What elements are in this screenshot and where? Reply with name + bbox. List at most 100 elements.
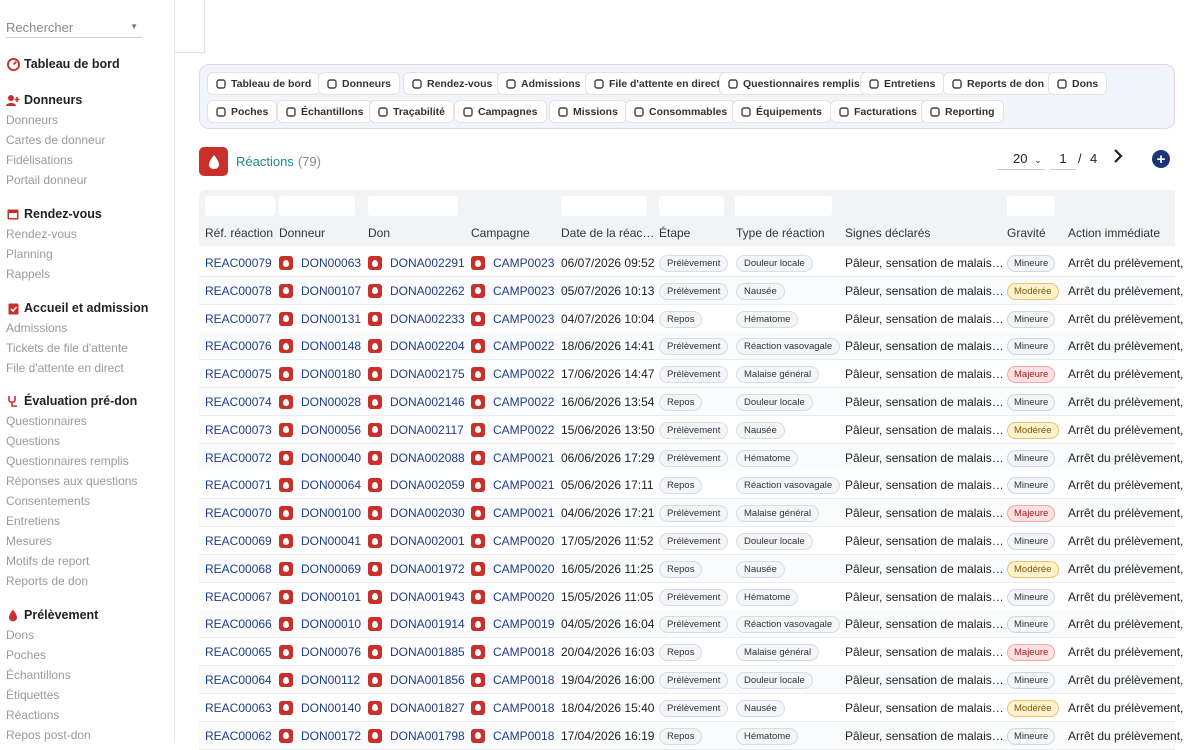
module-button[interactable]: Entretiens [860, 72, 945, 95]
module-button[interactable]: Reports de don [943, 72, 1054, 95]
sidebar-item[interactable]: Rappels [0, 264, 170, 284]
campaign-link[interactable]: CAMP0020 [493, 534, 554, 548]
column-header[interactable]: Action immédiate [1068, 226, 1160, 240]
donor-link[interactable]: DON00040 [301, 451, 361, 465]
column-filter-input[interactable] [279, 196, 355, 216]
sidebar-section-header[interactable]: Prélèvement [0, 605, 170, 625]
donation-link[interactable]: DONA002233 [390, 312, 465, 326]
page-size-select[interactable]: 20 ⌄ [997, 148, 1045, 170]
column-header[interactable]: Réf. réaction [205, 226, 273, 240]
donation-link[interactable]: DONA002146 [390, 395, 465, 409]
add-record-button[interactable]: + [1152, 150, 1170, 168]
reaction-ref-link[interactable]: REAC00065 [205, 645, 272, 659]
donor-link[interactable]: DON00112 [301, 673, 360, 687]
sidebar-item[interactable]: Rendez-vous [0, 224, 170, 244]
reaction-ref-link[interactable]: REAC00074 [205, 395, 272, 409]
module-button[interactable]: Reporting [921, 100, 1004, 123]
donation-link[interactable]: DONA001943 [390, 590, 465, 604]
sidebar-item[interactable]: Reports de don [0, 571, 170, 591]
table-row[interactable]: REAC00078 DON00107 DONA002262 CAMP0023 05/07… [199, 276, 1183, 305]
column-header[interactable]: Date de la réac… [561, 226, 654, 240]
sidebar-dashboard[interactable]: Tableau de bord [0, 54, 170, 74]
table-row[interactable]: REAC00072 DON00040 DONA002088 CAMP0021 06/06… [199, 443, 1183, 472]
sidebar-section-header[interactable]: Rendez-vous [0, 204, 170, 224]
donor-link[interactable]: DON00100 [301, 506, 361, 520]
sidebar-section-header[interactable]: Accueil et admission [0, 298, 170, 318]
table-row[interactable]: REAC00069 DON00041 DONA002001 CAMP0020 17/05… [199, 527, 1183, 555]
campaign-link[interactable]: CAMP0020 [493, 562, 554, 576]
campaign-link[interactable]: CAMP0018 [493, 729, 554, 743]
table-row[interactable]: REAC00066 DON00010 DONA001914 CAMP0019 04/05… [199, 610, 1183, 639]
column-filter-input[interactable] [735, 196, 832, 216]
module-button[interactable]: Poches [207, 100, 278, 123]
module-button[interactable]: Campagnes [454, 100, 547, 123]
sidebar-section-header[interactable]: Donneurs [0, 90, 170, 110]
sidebar-item[interactable]: Repos post-don [0, 725, 170, 743]
reaction-ref-link[interactable]: REAC00063 [205, 701, 272, 715]
column-filter-input[interactable] [561, 196, 647, 216]
reaction-ref-link[interactable]: REAC00067 [205, 590, 272, 604]
page-number-input[interactable]: 1 [1050, 148, 1076, 170]
sidebar-item[interactable]: Consentements [0, 491, 170, 511]
donation-link[interactable]: DONA002204 [390, 339, 465, 353]
donation-link[interactable]: DONA002088 [390, 451, 465, 465]
table-row[interactable]: REAC00071 DON00064 DONA002059 CAMP0021 05/06… [199, 471, 1183, 500]
table-row[interactable]: REAC00074 DON00028 DONA002146 CAMP0022 16/06… [199, 388, 1183, 416]
column-filter-input[interactable] [1007, 196, 1055, 216]
table-row[interactable]: REAC00073 DON00056 DONA002117 CAMP0022 15/06… [199, 415, 1183, 444]
donor-link[interactable]: DON00101 [301, 590, 361, 604]
chevron-down-icon[interactable]: ▼ [130, 22, 138, 31]
donation-link[interactable]: DONA002262 [390, 284, 465, 298]
campaign-link[interactable]: CAMP0022 [493, 423, 554, 437]
campaign-link[interactable]: CAMP0021 [493, 451, 554, 465]
module-button[interactable]: Donneurs [318, 72, 401, 95]
sidebar-item[interactable]: Poches [0, 645, 170, 665]
campaign-link[interactable]: CAMP0022 [493, 395, 554, 409]
donation-link[interactable]: DONA001885 [390, 645, 465, 659]
module-button[interactable]: Équipements [732, 100, 831, 123]
donor-link[interactable]: DON00180 [301, 367, 361, 381]
reaction-ref-link[interactable]: REAC00062 [205, 729, 272, 743]
sidebar-item[interactable]: Questionnaires remplis [0, 451, 170, 471]
campaign-link[interactable]: CAMP0019 [493, 617, 554, 631]
reaction-ref-link[interactable]: REAC00068 [205, 562, 272, 576]
donor-link[interactable]: DON00063 [301, 256, 361, 270]
sidebar-item[interactable]: Tickets de file d'attente [0, 338, 170, 358]
table-row[interactable]: REAC00076 DON00148 DONA002204 CAMP0022 18/06… [199, 332, 1183, 361]
module-button[interactable]: Rendez-vous [403, 72, 502, 95]
reaction-ref-link[interactable]: REAC00075 [205, 367, 272, 381]
donor-link[interactable]: DON00069 [301, 562, 361, 576]
campaign-link[interactable]: CAMP0021 [493, 506, 554, 520]
module-button[interactable]: Consommables [625, 100, 737, 123]
donation-link[interactable]: DONA001856 [390, 673, 465, 687]
donor-link[interactable]: DON00056 [301, 423, 361, 437]
donor-link[interactable]: DON00028 [301, 395, 361, 409]
column-header[interactable]: Signes déclarés [845, 226, 930, 240]
sidebar-item[interactable]: Réponses aux questions [0, 471, 170, 491]
sidebar-item[interactable]: Cartes de donneur [0, 130, 170, 150]
reaction-ref-link[interactable]: REAC00077 [205, 312, 272, 326]
reaction-ref-link[interactable]: REAC00079 [205, 256, 272, 270]
donor-link[interactable]: DON00076 [301, 645, 361, 659]
campaign-link[interactable]: CAMP0023 [493, 284, 554, 298]
sidebar-item[interactable]: Questions [0, 431, 170, 451]
column-filter-input[interactable] [368, 196, 458, 216]
donation-link[interactable]: DONA001914 [390, 617, 465, 631]
sidebar-item[interactable]: Échantillons [0, 665, 170, 685]
campaign-link[interactable]: CAMP0020 [493, 590, 554, 604]
sidebar-item[interactable]: Questionnaires [0, 411, 170, 431]
module-button[interactable]: Questionnaires remplis [719, 72, 869, 95]
campaign-link[interactable]: CAMP0023 [493, 312, 554, 326]
module-button[interactable]: Missions [549, 100, 627, 123]
donor-link[interactable]: DON00041 [301, 534, 361, 548]
donor-link[interactable]: DON00107 [301, 284, 361, 298]
table-row[interactable]: REAC00077 DON00131 DONA002233 CAMP0023 04/07… [199, 304, 1183, 333]
module-button[interactable]: Traçabilité [369, 100, 454, 123]
donation-link[interactable]: DONA002175 [390, 367, 465, 381]
reaction-ref-link[interactable]: REAC00066 [205, 617, 272, 631]
module-button[interactable]: Échantillons [277, 100, 373, 123]
column-header[interactable]: Type de réaction [736, 226, 825, 240]
sidebar-item[interactable]: Fidélisations [0, 150, 170, 170]
table-row[interactable]: REAC00068 DON00069 DONA001972 CAMP0020 16/05… [199, 554, 1183, 583]
donation-link[interactable]: DONA002059 [390, 478, 465, 492]
